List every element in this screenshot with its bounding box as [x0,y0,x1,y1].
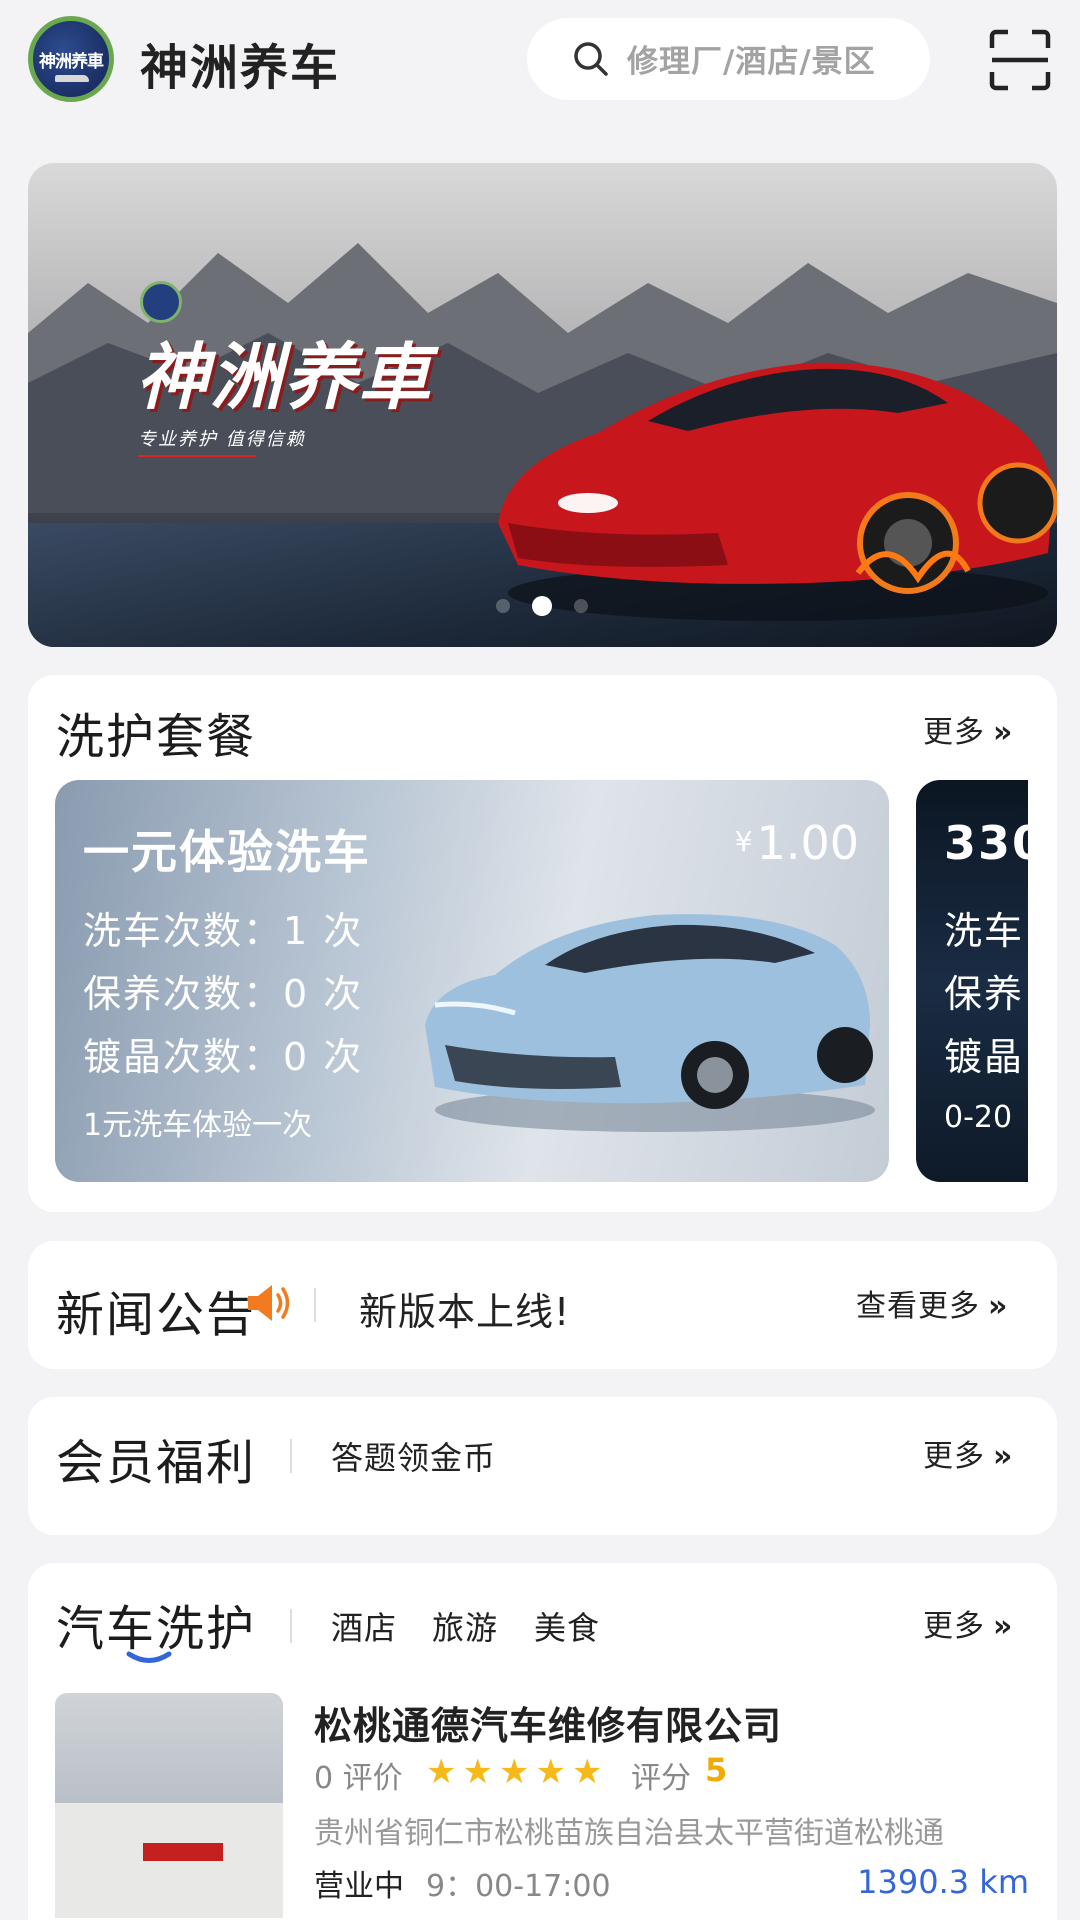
section-title-packages: 洗护套餐 [56,709,257,765]
app-header: 神洲养車 神洲养车 修理厂/酒店/景区 [0,0,1080,130]
promo-banner[interactable]: 神洲养車 专业养护 值得信赖 [28,163,1057,647]
tab-food[interactable]: 美食 [534,1603,600,1649]
red-sports-car-image [498,362,1057,621]
star-icon: ★ [535,1752,566,1792]
package-name: 一元体验洗车 [83,825,371,879]
member-more-link[interactable]: 更多» [923,1431,1013,1475]
carousel-dot-2[interactable] [532,596,552,616]
package-price: ¥1.00 [735,816,859,870]
carousel-dot-1[interactable] [496,599,510,613]
logo-car-icon [55,75,89,82]
maintain-count: 保养 [944,972,1025,1016]
score-label: 评分 [631,1761,691,1796]
divider [290,1609,292,1643]
carousel-dots[interactable] [28,595,1057,619]
services-more-link[interactable]: 更多» [923,1601,1013,1645]
tab-car-care[interactable]: 汽车洗护 [56,1589,256,1659]
package-note: 1元洗车体验一次 [83,1108,313,1143]
app-title: 神洲养车 [140,40,341,96]
shop-sign-image [143,1843,223,1861]
more-label: 查看更多 [856,1289,980,1324]
tab-travel[interactable]: 旅游 [432,1603,498,1649]
packages-more-link[interactable]: 更多» [923,707,1013,751]
banner-underline [138,455,256,469]
coating-count: 镀晶次数：0 次 [83,1035,364,1079]
blue-suv-image [425,914,875,1132]
shop-name[interactable]: 松桃通德汽车维修有限公司 [314,1695,782,1750]
divider [314,1288,316,1322]
star-icon: ★ [498,1752,530,1792]
package-card-partial[interactable]: 330 洗车 保养 镀晶 0-20 [916,780,1028,1182]
divider [290,1439,292,1473]
wash-count: 洗车次数：1 次 [83,909,364,953]
more-label: 更多 [923,715,985,750]
maintain-count: 保养次数：0 次 [83,972,364,1016]
price-value: 1.00 [756,816,859,870]
shop-address: 贵州省铜仁市松桃苗族自治县太平营街道松桃通 [314,1816,944,1851]
active-tab-indicator [126,1651,172,1663]
news-more-link[interactable]: 查看更多» [856,1281,1008,1325]
star-icon: ★ [426,1752,457,1792]
banner-brand: 神洲养車 [136,334,433,419]
banner-logo-icon [140,281,182,323]
shop-distance: 1390.3 km [857,1863,1029,1901]
wash-count: 洗车 [944,909,1025,953]
shop-status: 营业中 [314,1869,404,1904]
chevrons-right-icon: » [988,1289,1009,1324]
services-section: 汽车洗护 酒店 旅游 美食 更多» 松桃通德汽车维修有限公司 0 评价 ★ ★ ★ ★… [28,1563,1057,1920]
search-bar[interactable]: 修理厂/酒店/景区 [527,18,930,100]
rating-stars: ★ ★ ★ ★ ★ [426,1755,608,1789]
banner-slogan: 专业养护 值得信赖 [138,429,306,450]
tab-hotel[interactable]: 酒店 [331,1603,397,1649]
packages-section: 洗护套餐 更多» 一元体验洗车 ¥1.00 洗车次数：1 次 保养次数：0 次 … [28,675,1057,1212]
speaker-icon [248,1285,290,1321]
shop-photo[interactable] [55,1693,283,1918]
logo-text: 神洲养車 [39,52,104,72]
more-label: 更多 [923,1439,985,1474]
section-title-member: 会员福利 [56,1435,257,1491]
section-title-news: 新闻公告 [56,1287,257,1343]
search-input[interactable]: 修理厂/酒店/景区 [627,36,876,81]
package-note: 0-20 [944,1100,1013,1135]
shop-hours: 9：00-17:00 [426,1869,611,1904]
chevrons-right-icon: » [993,1609,1014,1644]
member-section: 会员福利 答题领金币 更多» [28,1397,1057,1535]
news-headline[interactable]: 新版本上线! [359,1281,570,1336]
star-icon: ★ [571,1752,603,1792]
more-label: 更多 [923,1609,985,1644]
chevrons-right-icon: » [993,1439,1014,1474]
coating-count: 镀晶 [944,1035,1025,1079]
member-quiz-item[interactable]: 答题领金币 [331,1433,496,1479]
package-name: 330 [944,816,1028,870]
package-card[interactable]: 一元体验洗车 ¥1.00 洗车次数：1 次 保养次数：0 次 镀晶次数：0 次 … [55,780,889,1182]
shop-review-count: 0 评价 [314,1761,403,1796]
scan-icon[interactable] [988,28,1052,92]
currency-symbol: ¥ [734,825,753,858]
news-section[interactable]: 新闻公告 新版本上线! 查看更多» [28,1241,1057,1369]
carousel-dot-3[interactable] [574,599,588,613]
app-logo[interactable]: 神洲养車 [28,16,114,102]
search-icon [574,42,608,76]
score-value: 5 [705,1751,728,1789]
star-icon: ★ [462,1752,493,1792]
chevrons-right-icon: » [993,715,1014,750]
